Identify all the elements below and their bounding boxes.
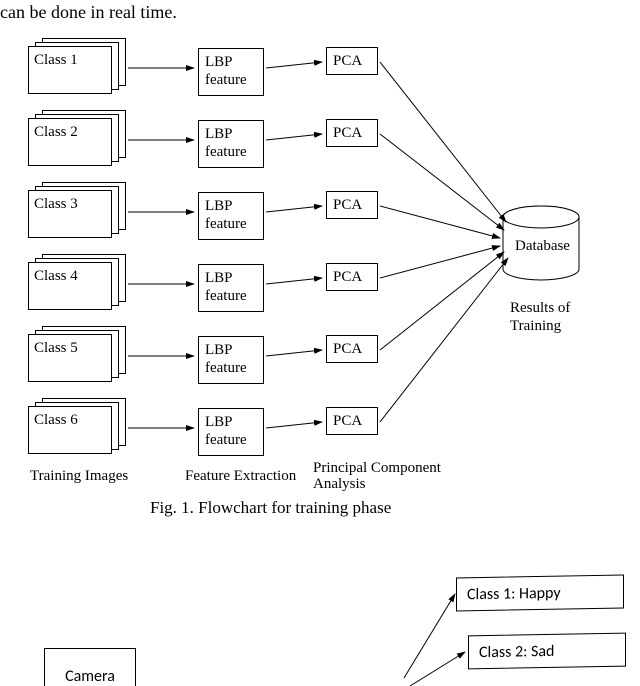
- lbp-line1: LBP: [205, 126, 233, 142]
- pca-label: PCA: [333, 197, 362, 213]
- class-box-sad: Class 2: Sad: [468, 633, 626, 670]
- figure-caption: Fig. 1. Flowchart for training phase: [150, 498, 391, 518]
- class-stack-2: Class 2: [28, 110, 128, 164]
- class-box-label: Class 1: Happy: [467, 583, 561, 604]
- lbp-line1: LBP: [205, 270, 233, 286]
- lbp-box-4: LBP feature: [198, 264, 264, 312]
- lbp-line2: feature: [205, 432, 247, 448]
- lbp-box-5: LBP feature: [198, 336, 264, 384]
- lbp-box-3: LBP feature: [198, 192, 264, 240]
- db-caption-2: Training: [510, 318, 561, 335]
- col-label-feature: Feature Extraction: [185, 468, 296, 485]
- camera-box: Camera: [44, 648, 136, 686]
- pca-label: PCA: [333, 53, 362, 69]
- lbp-box-6: LBP feature: [198, 408, 264, 456]
- class-box-label: Class 2: Sad: [479, 641, 554, 661]
- class-stack-5: Class 5: [28, 326, 128, 380]
- pca-label: PCA: [333, 269, 362, 285]
- db-caption-1: Results of: [510, 300, 570, 317]
- lbp-box-2: LBP feature: [198, 120, 264, 168]
- class-stack-6: Class 6: [28, 398, 128, 452]
- pca-box-1: PCA: [326, 47, 378, 75]
- lbp-line2: feature: [205, 144, 247, 160]
- pca-box-3: PCA: [326, 191, 378, 219]
- lbp-line2: feature: [205, 216, 247, 232]
- lbp-line1: LBP: [205, 342, 233, 358]
- class-label: Class 4: [34, 268, 78, 285]
- col-label-pca2: Analysis: [313, 476, 366, 493]
- lbp-line1: LBP: [205, 414, 233, 430]
- class-stack-4: Class 4: [28, 254, 128, 308]
- lbp-line2: feature: [205, 72, 247, 88]
- class-stack-3: Class 3: [28, 182, 128, 236]
- pca-box-5: PCA: [326, 335, 378, 363]
- pca-box-2: PCA: [326, 119, 378, 147]
- lbp-line2: feature: [205, 288, 247, 304]
- class-label: Class 2: [34, 124, 78, 141]
- class-label: Class 1: [34, 52, 78, 69]
- body-text: can be done in real time.: [0, 2, 177, 23]
- lbp-line2: feature: [205, 360, 247, 376]
- class-label: Class 5: [34, 340, 78, 357]
- pca-label: PCA: [333, 125, 362, 141]
- class-label: Class 6: [34, 412, 78, 429]
- camera-label: Camera: [65, 667, 115, 686]
- class-label: Class 3: [34, 196, 78, 213]
- pca-label: PCA: [333, 341, 362, 357]
- class-box-happy: Class 1: Happy: [456, 575, 624, 612]
- database-label: Database: [515, 238, 570, 255]
- pca-box-4: PCA: [326, 263, 378, 291]
- page: can be done in real time. Class 1 LBP fe…: [0, 0, 640, 686]
- pca-label: PCA: [333, 413, 362, 429]
- pca-box-6: PCA: [326, 407, 378, 435]
- lbp-line1: LBP: [205, 198, 233, 214]
- col-label-training: Training Images: [30, 468, 128, 485]
- lbp-line1: LBP: [205, 54, 233, 70]
- lbp-box-1: LBP feature: [198, 48, 264, 96]
- col-label-pca1: Principal Component: [313, 460, 441, 477]
- class-stack-1: Class 1: [28, 38, 128, 92]
